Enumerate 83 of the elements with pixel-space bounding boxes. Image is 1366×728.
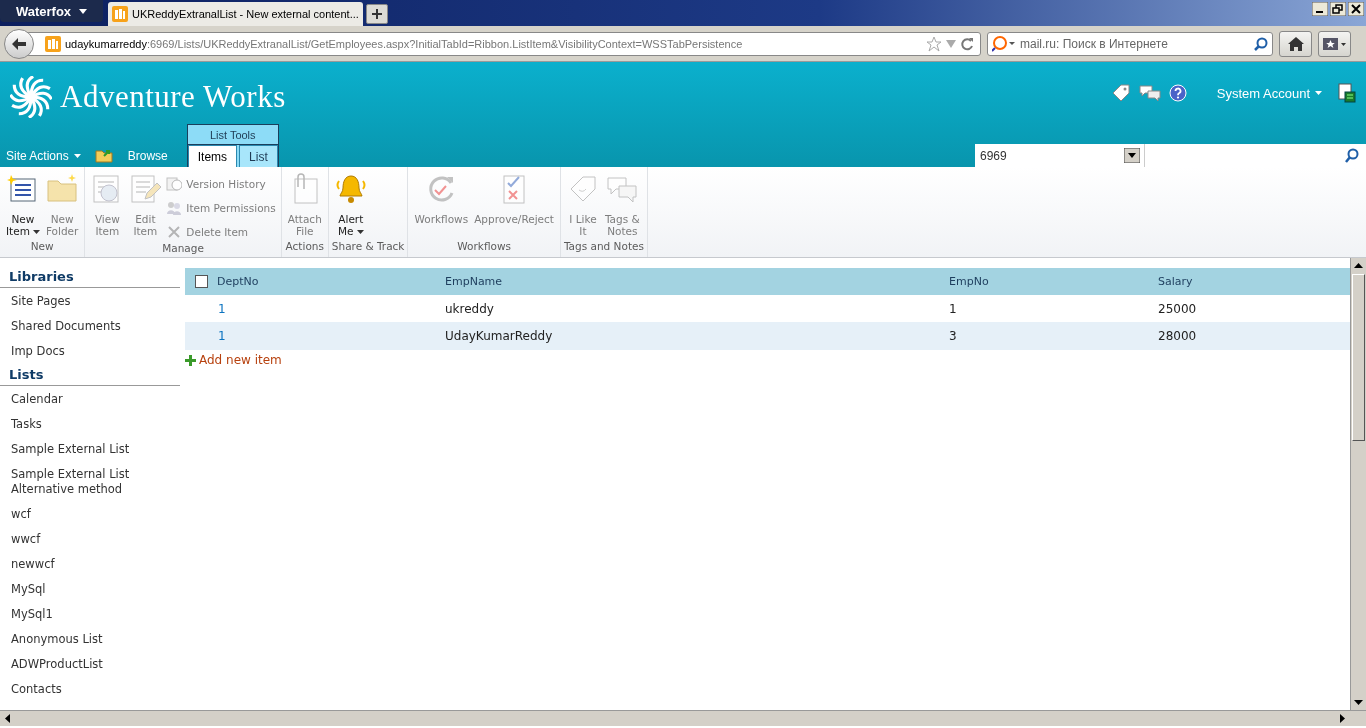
nav-link[interactable]: ADWProductList [0,652,180,677]
nav-link[interactable]: newwcf [0,552,180,577]
app-menu-button[interactable]: Waterfox [0,0,103,22]
permissions-icon [166,200,183,216]
folder-icon[interactable] [94,147,113,163]
nav-link[interactable]: Calendar [0,387,180,412]
ribbon-button[interactable]: Alert Me [331,173,370,240]
group-label: Workflows [456,240,513,254]
vertical-scrollbar[interactable] [1350,258,1366,710]
group-label: Actions [284,240,325,254]
ribbon-button[interactable]: New Item [3,173,43,240]
version-history-icon [166,176,183,192]
nav-link[interactable]: Imp Docs [0,339,180,364]
list-icon [6,173,39,205]
new-tab-button[interactable] [365,4,388,24]
restore-icon[interactable] [1330,2,1346,16]
nav-link[interactable]: Shared Documents [0,314,180,339]
dropdown-arrow-icon[interactable] [1124,148,1140,163]
plus-icon [370,8,383,20]
home-button[interactable] [1279,30,1312,57]
nav-link[interactable]: MySql1 [0,602,180,627]
search-icon[interactable] [1344,147,1360,164]
table-cell-text: 28000 [1158,329,1198,343]
group-label: Share & Track [331,240,405,254]
nav-link[interactable]: Tasks [0,412,180,437]
help-icon[interactable] [1168,84,1187,102]
back-arrow-icon [11,36,27,51]
table-cell-text: ukreddy [445,301,495,316]
bookmarks-button[interactable] [1318,30,1351,57]
table-cell-text: UdayKumarReddy [445,329,554,343]
bookmarks-icon [1322,36,1347,51]
nav-link[interactable]: MySql [0,577,180,602]
page-status-icon[interactable] [1338,83,1356,103]
search-engine-icon[interactable] [992,35,1016,52]
nav-link[interactable]: Anonymous List [0,627,180,652]
ribbon-tab[interactable]: Items [187,145,238,167]
nav-heading[interactable]: Libraries [0,266,180,288]
table-cell-text: 25000 [1158,301,1198,316]
column-header[interactable]: Salary [1158,275,1350,288]
nav-link[interactable]: wcf [0,502,180,527]
folder-icon [46,173,79,205]
checkbox[interactable] [195,275,208,288]
home-icon [1287,36,1304,51]
horizontal-scrollbar[interactable] [0,710,1366,726]
site-icon [45,35,61,52]
caret-icon [1315,91,1322,95]
nav-link[interactable]: wwcf [0,527,180,552]
browser-tab[interactable]: UKReddyExtranalList - New external content... [108,2,363,26]
column-header[interactable]: DeptNo [217,275,445,288]
nav-link[interactable]: Site Pages [0,289,180,314]
search-icon[interactable] [1254,36,1268,51]
address-field[interactable]: udaykumarreddy:6969/Lists/UKReddyExtranalList/GetEmployees.aspx?InitialTabId=Ribbon.ListItem&VisibilityContext=WSSTabPersistence [26,31,981,56]
logo-icon [10,76,52,118]
search-field[interactable]: mail.ru: Поиск в Интернете [987,31,1273,56]
add-item-link[interactable]: Add new item [185,353,282,367]
site-icon [112,6,128,22]
table-link[interactable]: 1 [217,301,445,316]
group-label: Manage [161,242,205,256]
caret-icon [79,8,88,14]
bell-icon [334,173,367,205]
nav-heading[interactable]: Lists [0,364,180,386]
tag-icon[interactable] [1110,83,1131,103]
nav-link[interactable]: Sample External List [0,437,180,462]
back-button[interactable] [4,28,34,59]
nav-link[interactable]: Sample External List Alternative method [0,462,180,502]
close-icon[interactable] [1348,2,1364,16]
table-cell-text: 1 [949,301,958,316]
plus-icon [185,354,196,366]
nav-link[interactable]: Contacts [0,677,180,702]
reload-icon[interactable] [960,36,974,51]
table-link[interactable]: 1 [217,329,445,343]
table-cell-text: 3 [949,329,958,343]
caret-icon [73,154,81,158]
column-header[interactable]: EmpNo [949,275,1158,288]
delete-icon [166,224,183,240]
group-label: New [29,240,55,254]
speech-bubble-icon[interactable] [1138,83,1161,103]
column-header[interactable]: EmpName [445,275,949,288]
ribbon-tab[interactable]: List [239,145,278,167]
pencil-icon [129,173,162,205]
star-icon[interactable] [926,35,942,52]
group-label: Tags and Notes [563,240,644,254]
minimize-icon[interactable] [1312,2,1328,16]
